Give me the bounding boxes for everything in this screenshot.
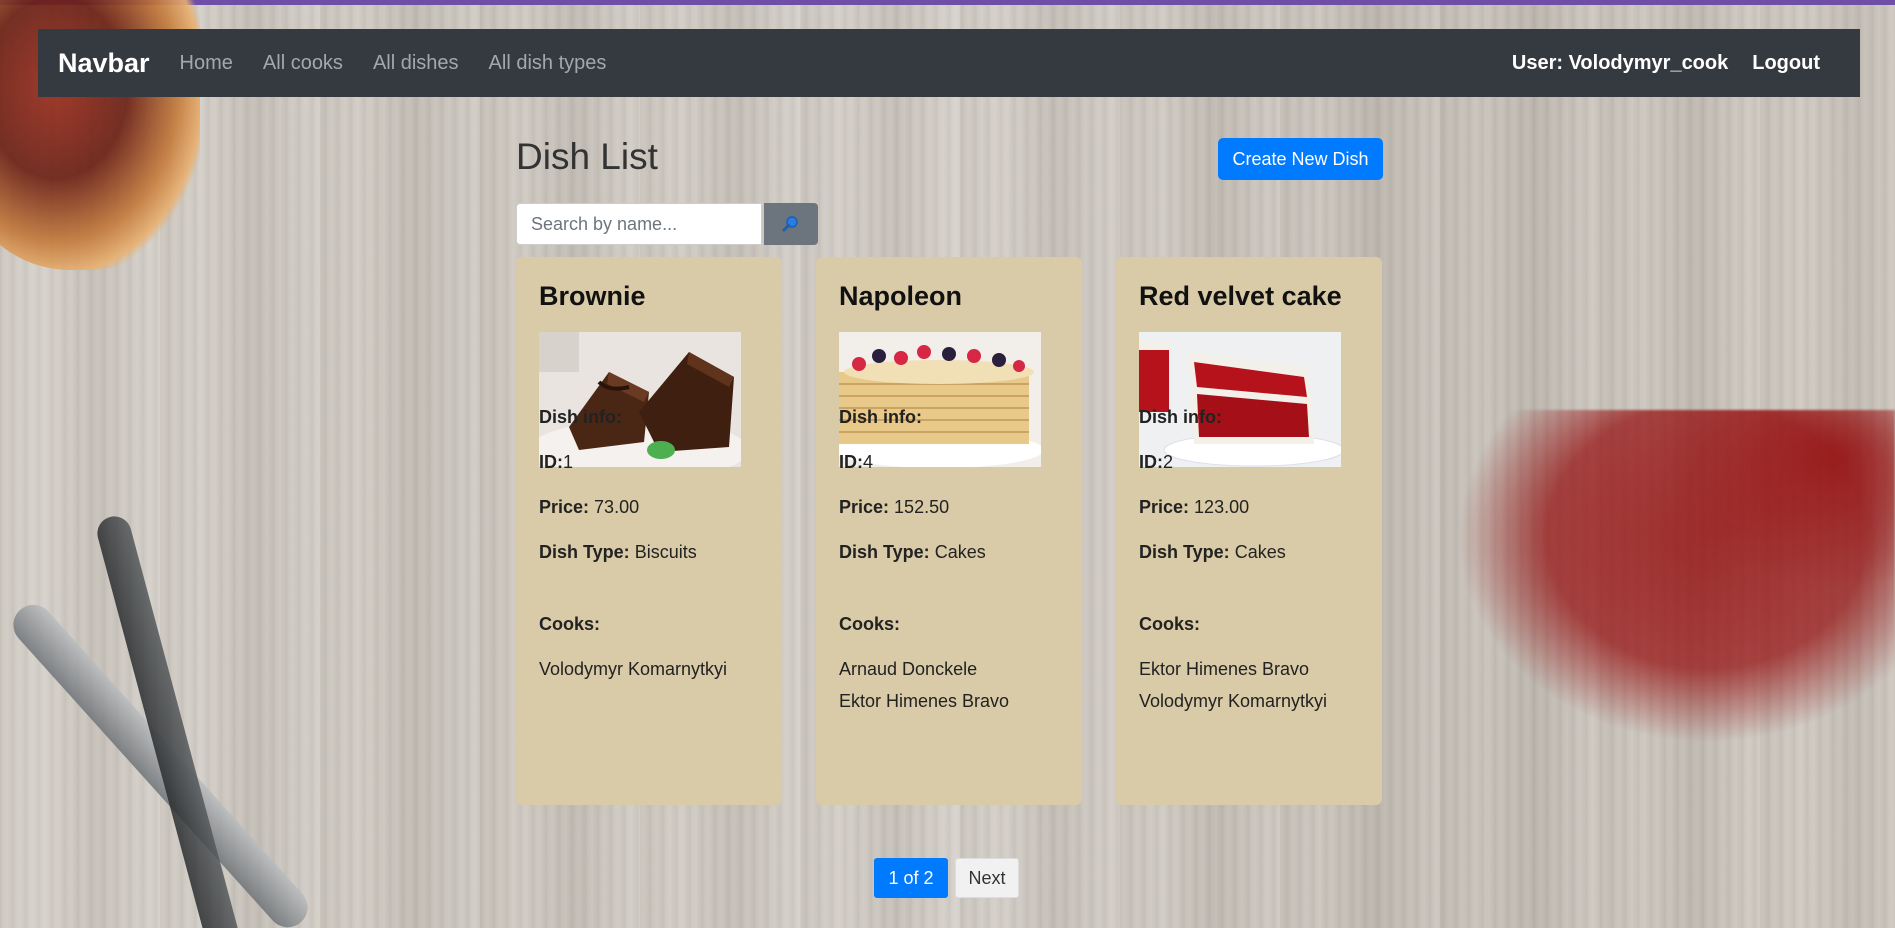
dish-card-red-velvet-cake: Red velvet cake Dish info: ID:2 Price: 1… bbox=[1116, 257, 1382, 805]
dish-id: ID:2 bbox=[1139, 452, 1174, 472]
dish-image-brownie bbox=[539, 332, 741, 467]
background-fork bbox=[5, 596, 316, 928]
nav-link-home[interactable]: Home bbox=[180, 52, 233, 75]
search-button[interactable] bbox=[764, 203, 818, 245]
cooks-label: Cooks: bbox=[1139, 614, 1201, 634]
dish-type: Dish Type: Biscuits bbox=[539, 542, 697, 562]
dish-id: ID:4 bbox=[839, 452, 874, 472]
dish-info-label: Dish info: bbox=[539, 407, 622, 427]
dish-type: Dish Type: Cakes bbox=[1139, 542, 1286, 562]
background-bull-painting bbox=[1425, 410, 1895, 770]
dish-type: Dish Type: Cakes bbox=[839, 542, 986, 562]
cook-name[interactable]: Ektor Himenes Bravo bbox=[839, 691, 1009, 712]
page-title: Dish List bbox=[516, 136, 658, 177]
dish-price: Price: 73.00 bbox=[539, 497, 640, 517]
dish-price: Price: 123.00 bbox=[1139, 497, 1250, 517]
cook-name[interactable]: Volodymyr Komarnytkyi bbox=[1139, 691, 1327, 712]
search-input[interactable] bbox=[516, 203, 762, 245]
navbar: Navbar Home All cooks All dishes All dis… bbox=[38, 29, 1860, 97]
navbar-right: User: Volodymyr_cook Logout bbox=[1512, 52, 1840, 75]
logout-link[interactable]: Logout bbox=[1752, 52, 1820, 75]
dish-price: Price: 152.50 bbox=[839, 497, 950, 517]
dish-card-napoleon: Napoleon Dish info: ID:4 Price: 152.50 D… bbox=[816, 257, 1082, 805]
nav-link-all-cooks[interactable]: All cooks bbox=[263, 52, 343, 75]
dish-id: ID:1 bbox=[539, 452, 574, 472]
dish-info-label: Dish info: bbox=[1139, 407, 1222, 427]
dish-name[interactable]: Napoleon bbox=[839, 281, 962, 312]
cook-name[interactable]: Ektor Himenes Bravo bbox=[1139, 659, 1309, 680]
cook-name[interactable]: Arnaud Donckele bbox=[839, 659, 977, 680]
dish-image-red-velvet-cake bbox=[1139, 332, 1341, 467]
pagination-current-page: 1 of 2 bbox=[874, 858, 948, 898]
navbar-brand[interactable]: Navbar bbox=[58, 48, 150, 79]
dish-image-napoleon bbox=[839, 332, 1041, 467]
dish-name[interactable]: Brownie bbox=[539, 281, 646, 312]
cooks-label: Cooks: bbox=[539, 614, 601, 634]
nav-link-all-dish-types[interactable]: All dish types bbox=[489, 52, 607, 75]
search-icon bbox=[782, 216, 798, 232]
cooks-label: Cooks: bbox=[839, 614, 901, 634]
dish-name[interactable]: Red velvet cake bbox=[1139, 281, 1342, 312]
create-new-dish-button[interactable]: Create New Dish bbox=[1218, 138, 1383, 180]
pagination-next-button[interactable]: Next bbox=[955, 858, 1019, 898]
cook-name[interactable]: Volodymyr Komarnytkyi bbox=[539, 659, 727, 680]
background-knife bbox=[93, 512, 243, 928]
dish-card-brownie: Brownie Dish info: ID:1 Price: 73.00 Dis… bbox=[516, 257, 782, 805]
current-user-label[interactable]: User: Volodymyr_cook bbox=[1512, 52, 1728, 75]
top-accent-stripe bbox=[0, 0, 1895, 5]
dish-info-label: Dish info: bbox=[839, 407, 922, 427]
nav-link-all-dishes[interactable]: All dishes bbox=[373, 52, 459, 75]
